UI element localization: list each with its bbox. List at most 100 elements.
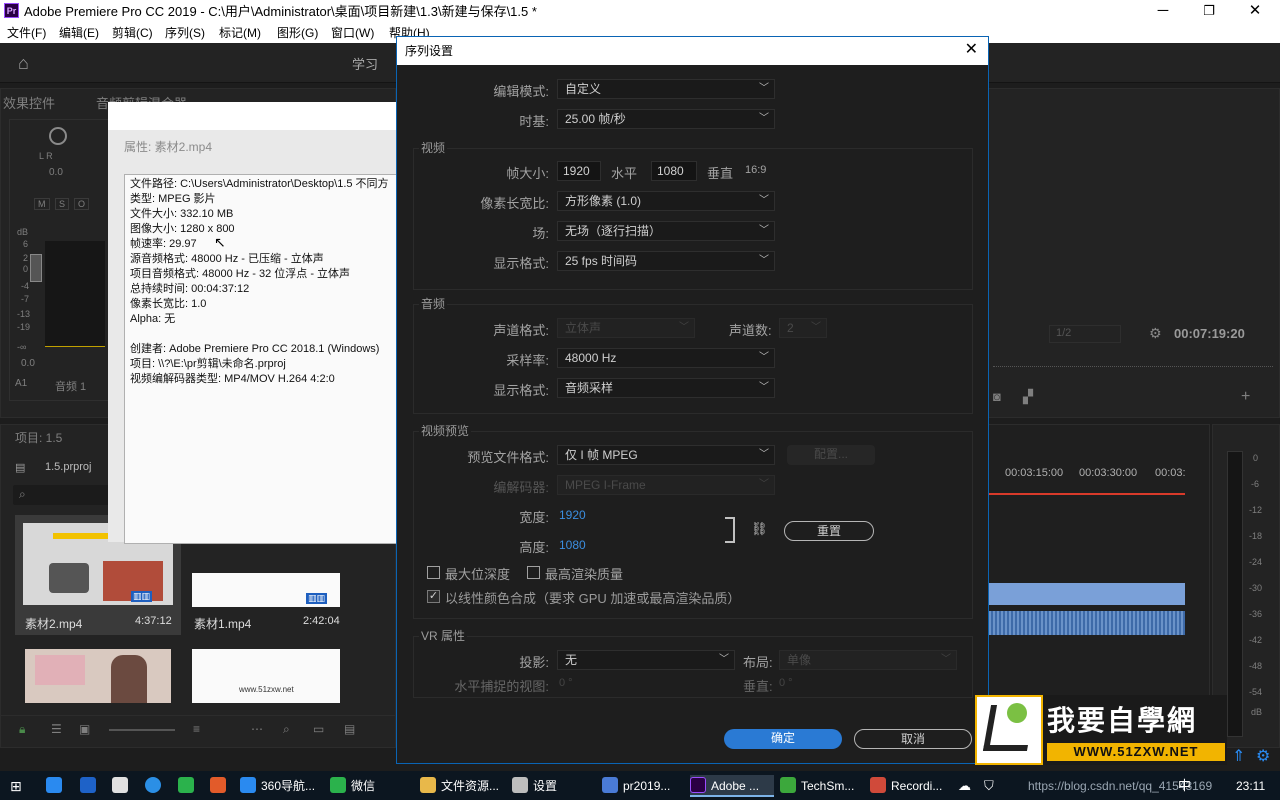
taskbar-app-icon: [690, 777, 706, 793]
menu-edit[interactable]: 编辑(E): [59, 23, 99, 43]
window-title: Adobe Premiere Pro CC 2019 - C:\用户\Admin…: [24, 4, 537, 19]
configure-button[interactable]: 配置...: [787, 445, 875, 465]
maximize-button[interactable]: ❐: [1186, 0, 1232, 23]
frame-width-input[interactable]: 1920: [557, 161, 601, 181]
taskbar-item[interactable]: 设置: [512, 775, 596, 797]
pinned-app-icon[interactable]: [80, 775, 101, 797]
taskbar-item[interactable]: pr2019...: [602, 775, 686, 797]
new-item-icon[interactable]: ▤: [344, 722, 355, 736]
lock-icon[interactable]: 🔒︎: [19, 722, 25, 737]
project-item[interactable]: www.51zxw.net: [192, 649, 340, 703]
fields-select[interactable]: 无场（逐行扫描） ﹀: [557, 221, 775, 241]
clock[interactable]: 23:11: [1236, 775, 1265, 797]
menu-sequence[interactable]: 序列(S): [165, 23, 205, 43]
menu-file[interactable]: 文件(F): [7, 23, 46, 43]
video-clip[interactable]: [989, 583, 1185, 605]
logo-url: WWW.51ZXW.NET: [1047, 743, 1225, 761]
workspace-learn[interactable]: 学习: [352, 54, 378, 73]
mail-icon[interactable]: [112, 775, 133, 797]
chain-link-icon[interactable]: ⛓︎: [751, 521, 768, 537]
width-value[interactable]: 1920: [559, 508, 586, 522]
menu-marker[interactable]: 标记(M): [219, 23, 261, 43]
audio-display-select[interactable]: 音频采样 ﹀: [557, 378, 775, 398]
mute-button[interactable]: M: [34, 198, 50, 210]
solo-button[interactable]: S: [55, 198, 70, 210]
record-button[interactable]: O: [74, 198, 90, 210]
audio-clip[interactable]: [989, 611, 1185, 635]
tab-project[interactable]: 项目: 1.5: [15, 429, 62, 446]
work-area-bar[interactable]: [989, 493, 1185, 495]
find-icon[interactable]: ⌕: [283, 722, 290, 737]
ime-indicator[interactable]: 中: [1178, 775, 1191, 797]
layout-select[interactable]: 单像 ﹀: [779, 650, 957, 670]
height-value[interactable]: 1080: [559, 538, 586, 552]
max-bit-depth-checkbox[interactable]: [427, 566, 440, 579]
v-view-value[interactable]: 0 °: [779, 677, 793, 689]
preview-format-select[interactable]: 仅 I 帧 MPEG ﹀: [557, 445, 775, 465]
volume-fader[interactable]: [30, 254, 42, 282]
pixel-aspect-select[interactable]: 方形像素 (1.0) ﹀: [557, 191, 775, 211]
channel-count-select[interactable]: 2 ﹀: [779, 318, 827, 338]
video-preview-title: 视频预览: [419, 422, 472, 439]
icon-view-icon[interactable]: ▣: [79, 722, 90, 736]
compare-icon[interactable]: ▞: [1023, 389, 1033, 405]
gear-icon[interactable]: ⚙︎: [1256, 746, 1270, 766]
shield-icon[interactable]: ⛉: [984, 775, 994, 797]
prop-line: 源音频格式: 48000 Hz - 已压缩 - 立体声: [130, 253, 324, 265]
taskbar-item[interactable]: 360导航...: [240, 775, 322, 797]
cancel-button[interactable]: 取消: [854, 729, 972, 749]
linear-color-checkbox[interactable]: ✓: [427, 590, 440, 603]
max-render-quality-checkbox[interactable]: [527, 566, 540, 579]
track-audio1-label: 音频 1: [55, 381, 87, 393]
pinned-app-icon[interactable]: [210, 775, 231, 797]
project-item-name: 素材2.mp4: [25, 617, 83, 631]
projection-value: 无: [565, 653, 578, 667]
taskbar-item[interactable]: Adobe ...: [690, 775, 774, 797]
ok-button[interactable]: 确定: [724, 729, 842, 749]
browser-icon[interactable]: [145, 775, 166, 797]
pinned-app-icon[interactable]: [178, 775, 199, 797]
close-button[interactable]: ✕: [1232, 0, 1278, 23]
list-view-icon[interactable]: ☰: [51, 722, 62, 736]
up-arrow-icon[interactable]: ⇑: [1232, 746, 1245, 766]
new-bin-icon[interactable]: ▭: [313, 722, 324, 736]
add-button-icon[interactable]: +: [1241, 388, 1250, 406]
start-button-icon[interactable]: ⊞: [10, 775, 22, 797]
reset-button[interactable]: 重置: [784, 521, 874, 541]
tab-effect-controls[interactable]: 效果控件: [3, 93, 55, 112]
home-icon[interactable]: ⌂: [18, 53, 29, 74]
program-scrubber[interactable]: [993, 361, 1273, 367]
menu-graphics[interactable]: 图形(G): [277, 23, 318, 43]
video-display-select[interactable]: 25 fps 时间码 ﹀: [557, 251, 775, 271]
prop-spacer: [130, 327, 392, 342]
taskbar-item[interactable]: 微信: [330, 775, 410, 797]
frame-height-input[interactable]: 1080: [651, 161, 697, 181]
projection-label: 投影:: [519, 655, 549, 670]
taskbar-item[interactable]: TechSm...: [780, 775, 864, 797]
timebase-select[interactable]: 25.00 帧/秒 ﹀: [557, 109, 775, 129]
codec-select[interactable]: MPEG I-Frame ﹀: [557, 475, 775, 495]
sample-rate-select[interactable]: 48000 Hz ﹀: [557, 348, 775, 368]
wrench-icon[interactable]: ⚙︎: [1149, 325, 1162, 342]
pan-knob-icon[interactable]: [49, 127, 67, 145]
page-select[interactable]: 1/2: [1049, 325, 1121, 343]
sort-icon[interactable]: ≡: [193, 722, 200, 736]
h-view-value[interactable]: 0 °: [559, 677, 573, 689]
projection-select[interactable]: 无 ﹀: [557, 650, 735, 670]
pinned-app-icon[interactable]: [46, 775, 67, 797]
menu-clip[interactable]: 剪辑(C): [112, 23, 153, 43]
channel-format-select[interactable]: 立体声 ﹀: [557, 318, 695, 338]
minimize-button[interactable]: ─: [1140, 0, 1186, 23]
camera-icon[interactable]: ◙: [993, 389, 1001, 404]
chevron-down-icon: ﹀: [759, 195, 769, 206]
taskbar-item[interactable]: Recordi...: [870, 775, 954, 797]
menu-window[interactable]: 窗口(W): [331, 23, 374, 43]
zoom-slider[interactable]: [109, 729, 175, 731]
project-item[interactable]: [25, 649, 171, 703]
automate-icon[interactable]: ⋯: [251, 722, 263, 736]
cloud-icon[interactable]: ☁: [958, 775, 971, 797]
edit-mode-select[interactable]: 自定义 ﹀: [557, 79, 775, 99]
taskbar-item[interactable]: 文件资源...: [420, 775, 504, 797]
clip-badge-icon: ▥▥: [131, 591, 153, 602]
dialog-close-icon[interactable]: ✕: [965, 41, 978, 59]
